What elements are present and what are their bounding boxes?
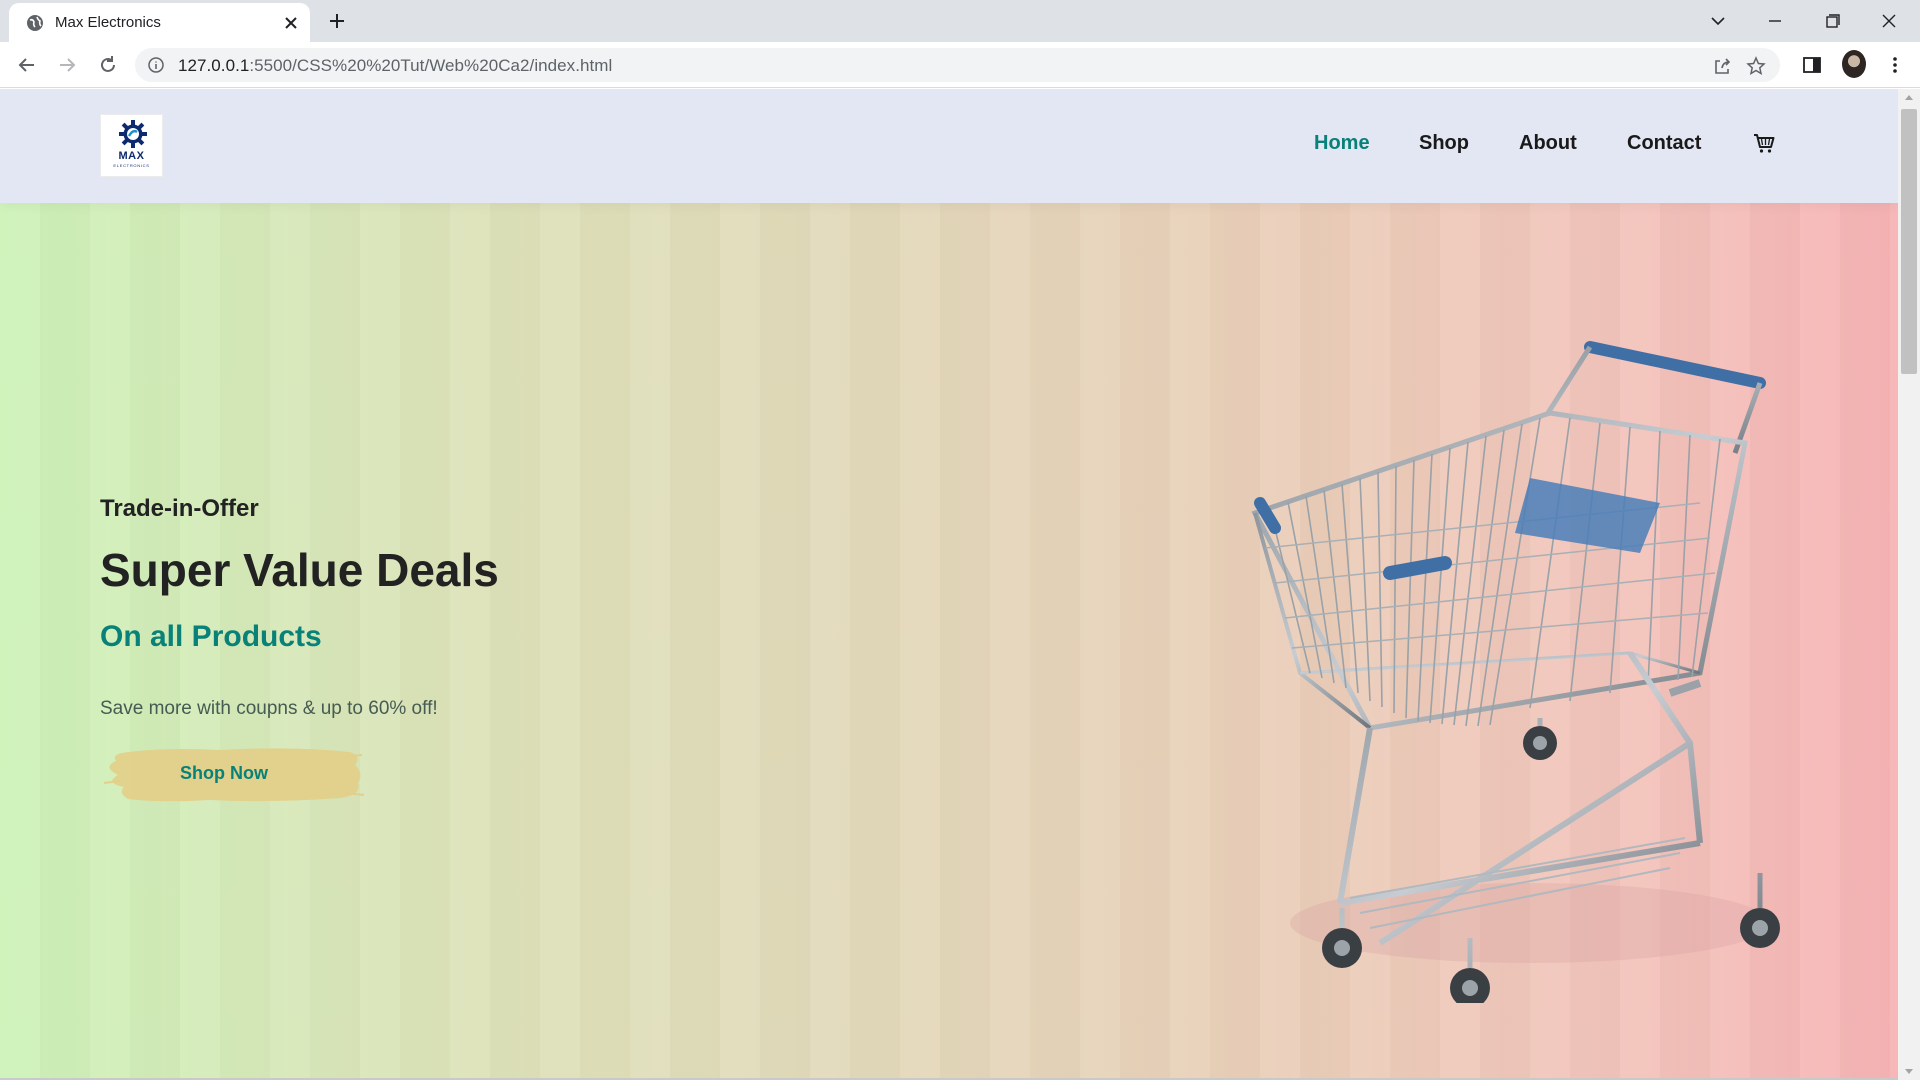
reload-icon[interactable] (95, 52, 121, 78)
scrollbar-thumb[interactable] (1901, 109, 1917, 374)
back-arrow-icon[interactable] (14, 52, 40, 78)
hero-subtitle: On all Products (100, 620, 322, 653)
hero-description: Save more with coupns & up to 60% off! (100, 698, 438, 719)
shop-now-button[interactable]: Shop Now (100, 743, 365, 805)
url-host: 127.0.0.1 (178, 56, 250, 75)
new-tab-icon[interactable] (326, 10, 348, 32)
shop-now-label: Shop Now (180, 763, 268, 783)
globe-icon (27, 15, 43, 31)
logo-tagline: ELECTRONICS (113, 163, 150, 168)
forward-arrow-icon[interactable] (54, 52, 80, 78)
hero-kicker: Trade-in-Offer (100, 495, 259, 522)
share-icon[interactable] (1711, 55, 1733, 77)
side-panel-icon[interactable] (1801, 54, 1823, 76)
gear-logo-icon (119, 120, 147, 148)
tab-title: Max Electronics (55, 14, 161, 31)
site-logo[interactable]: MAX ELECTRONICS (100, 114, 163, 177)
more-menu-icon[interactable] (1884, 54, 1906, 76)
restore-icon[interactable] (1815, 6, 1849, 36)
browser-tabstrip: Max Electronics (0, 0, 1920, 42)
scroll-up-arrow-icon[interactable] (1905, 95, 1913, 100)
nav-about-link[interactable]: About (1519, 132, 1577, 155)
shopping-cart-icon[interactable] (1752, 131, 1776, 155)
address-bar[interactable]: 127.0.0.1:5500/CSS%20%20Tut/Web%20Ca2/in… (135, 48, 1780, 82)
logo-wordmark: MAX (118, 150, 145, 162)
bookmark-star-icon[interactable] (1745, 55, 1767, 77)
nav-contact-link[interactable]: Contact (1627, 132, 1701, 155)
page-viewport: MAX ELECTRONICS Home Shop About Contact … (0, 89, 1898, 1080)
minimize-icon[interactable] (1758, 6, 1792, 36)
page-scrollbar[interactable] (1898, 89, 1920, 1080)
address-url: 127.0.0.1:5500/CSS%20%20Tut/Web%20Ca2/in… (178, 56, 612, 76)
profile-avatar[interactable] (1842, 50, 1866, 78)
window-close-icon[interactable] (1872, 6, 1906, 36)
hero-section: Trade-in-Offer Super Value Deals On all … (0, 203, 1898, 1080)
shopping-cart-illustration (1251, 341, 1780, 1003)
site-info-icon[interactable] (148, 57, 164, 73)
scroll-down-arrow-icon[interactable] (1905, 1069, 1913, 1074)
nav-shop-link[interactable]: Shop (1419, 132, 1469, 155)
hero-title: Super Value Deals (100, 544, 499, 596)
nav-home-link[interactable]: Home (1314, 132, 1370, 155)
browser-toolbar: 127.0.0.1:5500/CSS%20%20Tut/Web%20Ca2/in… (0, 42, 1920, 88)
site-header: MAX ELECTRONICS Home Shop About Contact (0, 89, 1898, 203)
close-icon[interactable] (281, 13, 301, 33)
tab-search-icon[interactable] (1701, 6, 1735, 36)
url-path: :5500/CSS%20%20Tut/Web%20Ca2/index.html (249, 56, 613, 75)
browser-tab[interactable]: Max Electronics (9, 3, 310, 42)
